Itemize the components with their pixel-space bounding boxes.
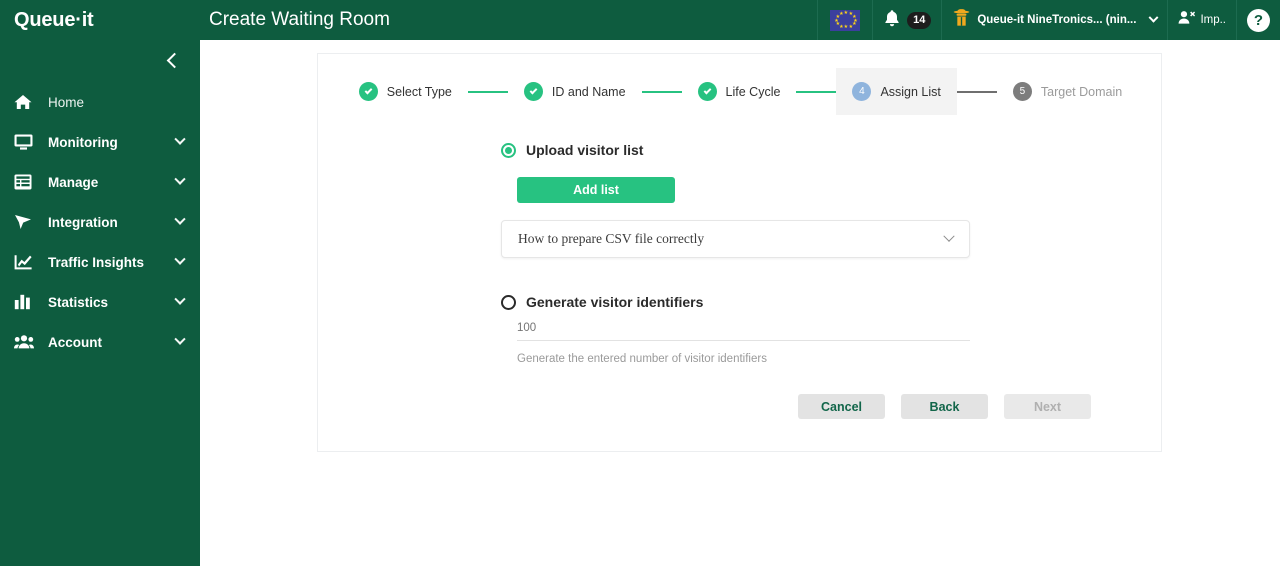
chevron-down-icon: [174, 293, 186, 305]
bell-icon: [883, 9, 901, 32]
impersonate-button[interactable]: Imp..: [1167, 0, 1236, 40]
notifications-button[interactable]: 14: [872, 0, 941, 40]
upload-visitor-list-option[interactable]: Upload visitor list: [501, 142, 971, 158]
share-icon: [14, 213, 38, 231]
sidebar-item-manage[interactable]: Manage: [0, 162, 200, 202]
brand-logo[interactable]: Queue·it: [0, 0, 200, 40]
step-check-icon: [697, 82, 717, 101]
form-actions: Cancel Back Next: [318, 394, 1163, 419]
chevron-down-icon: [174, 213, 186, 225]
help-icon: ?: [1247, 8, 1270, 32]
step-assign-list[interactable]: 4 Assign List: [836, 68, 957, 115]
user-remove-icon: [1178, 10, 1196, 30]
line-chart-icon: [14, 253, 38, 271]
sidebar-item-integration[interactable]: Integration: [0, 202, 200, 242]
create-waiting-room-panel: Select Type ID and Name Life Cycle 4 Ass…: [317, 53, 1162, 452]
detective-icon: [952, 8, 971, 32]
chevron-left-icon: [166, 52, 183, 68]
generate-identifiers-block: Generate visitor identifiers Generate th…: [501, 294, 971, 365]
step-id-and-name[interactable]: ID and Name: [508, 68, 642, 115]
step-connector: [641, 90, 682, 93]
chevron-down-icon: [174, 173, 186, 185]
chevron-down-icon: [174, 253, 186, 265]
radio-generate-visitor-identifiers[interactable]: [501, 294, 516, 310]
users-icon: [14, 333, 38, 351]
step-life-cycle[interactable]: Life Cycle: [682, 68, 797, 115]
step-check-icon: [523, 82, 543, 101]
sidebar-item-label: Home: [48, 94, 85, 110]
notification-badge: 14: [907, 11, 932, 29]
visitor-identifier-count-input[interactable]: [517, 322, 970, 341]
next-button: Next: [1004, 394, 1091, 419]
sidebar-item-traffic-insights[interactable]: Traffic Insights: [0, 242, 200, 282]
sidebar-item-label: Integration: [48, 214, 118, 230]
app-root: Queue·it Home Monitoring Manage Integrat…: [0, 0, 1280, 566]
eu-flag-icon: [830, 9, 861, 31]
cancel-button[interactable]: Cancel: [798, 394, 885, 419]
accordion-label: How to prepare CSV file correctly: [518, 231, 705, 246]
step-check-icon: [358, 82, 378, 101]
sidebar-collapse-button[interactable]: [0, 40, 200, 80]
sidebar-item-monitoring[interactable]: Monitoring: [0, 122, 200, 162]
step-number-badge: 4: [852, 82, 872, 101]
add-list-button[interactable]: Add list: [517, 177, 675, 203]
step-connector: [796, 90, 837, 93]
step-connector: [956, 90, 997, 93]
step-label: Target Domain: [1040, 84, 1123, 99]
assign-list-form: Upload visitor list Add list How to prep…: [501, 142, 971, 365]
radio-label: Upload visitor list: [526, 142, 644, 158]
sidebar-item-label: Monitoring: [48, 134, 118, 150]
step-number-badge: 5: [1012, 82, 1032, 101]
list-icon: [14, 173, 38, 191]
step-label: Assign List: [880, 84, 941, 99]
monitor-icon: [14, 133, 38, 151]
sidebar-item-home[interactable]: Home: [0, 82, 200, 122]
sidebar-item-statistics[interactable]: Statistics: [0, 282, 200, 322]
csv-help-accordion[interactable]: How to prepare CSV file correctly: [501, 220, 970, 258]
sidebar-item-label: Statistics: [48, 294, 109, 310]
step-target-domain[interactable]: 5 Target Domain: [997, 68, 1138, 115]
wizard-stepper: Select Type ID and Name Life Cycle 4 Ass…: [318, 68, 1163, 115]
step-select-type[interactable]: Select Type: [343, 68, 468, 115]
step-connector: [467, 90, 508, 93]
sidebar-nav: Home Monitoring Manage Integration Traff…: [0, 82, 200, 362]
chevron-down-icon: [943, 230, 955, 242]
sidebar: Queue·it Home Monitoring Manage Integrat…: [0, 0, 200, 566]
language-flag-button[interactable]: [817, 0, 872, 40]
radio-upload-visitor-list[interactable]: [501, 142, 516, 158]
account-switcher-button[interactable]: Queue-it NineTronics... (nin...: [941, 0, 1167, 40]
sidebar-item-label: Traffic Insights: [48, 254, 145, 270]
step-label: ID and Name: [551, 84, 626, 99]
generate-visitor-identifiers-option[interactable]: Generate visitor identifiers: [501, 294, 971, 310]
chevron-down-icon: [174, 333, 186, 345]
sidebar-item-label: Account: [48, 334, 102, 350]
impersonate-label: Imp..: [1200, 14, 1226, 26]
bar-chart-icon: [14, 293, 38, 311]
step-label: Select Type: [386, 84, 452, 99]
brand-name: Queue·it: [14, 8, 94, 31]
step-label: Life Cycle: [725, 84, 781, 99]
back-button[interactable]: Back: [901, 394, 988, 419]
page-title: Create Waiting Room: [209, 9, 390, 30]
chevron-down-icon: [1148, 12, 1159, 23]
chevron-down-icon: [174, 133, 186, 145]
sidebar-item-label: Manage: [48, 174, 99, 190]
bell-wrap: 14: [883, 9, 932, 32]
top-bar: Create Waiting Room ★ ★ ★ ★ ★ ★ ★ ★ ★ ★ …: [200, 0, 1280, 40]
main-content: Select Type ID and Name Life Cycle 4 Ass…: [200, 40, 1280, 566]
help-button[interactable]: ?: [1236, 0, 1280, 40]
generate-hint-text: Generate the entered number of visitor i…: [517, 353, 767, 365]
account-name: Queue-it NineTronics... (nin...: [977, 14, 1137, 26]
radio-label: Generate visitor identifiers: [526, 294, 704, 310]
sidebar-item-account[interactable]: Account: [0, 322, 200, 362]
home-icon: [14, 93, 38, 111]
